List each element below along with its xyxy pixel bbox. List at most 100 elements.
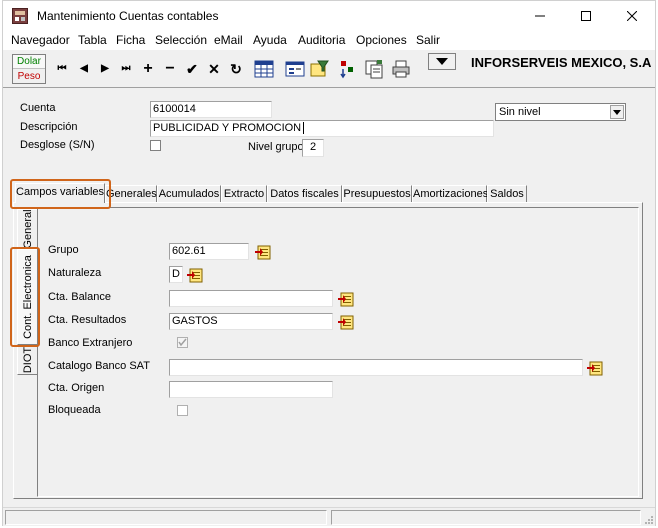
catalogo-banco-sat-field[interactable] — [169, 359, 583, 376]
menu-ayuda[interactable]: Ayuda — [253, 33, 287, 47]
banco-extranjero-label: Banco Extranjero — [48, 337, 133, 349]
menu-salir[interactable]: Salir — [416, 33, 440, 47]
side-tab-diot-label: DIOT — [21, 346, 34, 374]
currency-dolar[interactable]: Dolar — [13, 55, 45, 69]
menu-ficha[interactable]: Ficha — [116, 33, 145, 47]
close-button[interactable] — [609, 1, 655, 31]
menu-bar: Navegador Tabla Ficha Selección eMail Ay… — [3, 31, 655, 50]
tab-acumulados[interactable]: Acumulados — [157, 185, 221, 202]
sort-icon[interactable] — [336, 58, 358, 80]
tab-campos-variables[interactable]: Campos variables — [15, 183, 105, 203]
maximize-button[interactable] — [563, 1, 609, 31]
bloqueada-label: Bloqueada — [48, 404, 101, 416]
descripcion-field[interactable]: PUBLICIDAD Y PROMOCION — [150, 120, 494, 137]
lookup-icon[interactable] — [337, 290, 355, 308]
grupo-field[interactable]: 602.61 — [169, 243, 249, 260]
cta-resultados-field[interactable]: GASTOS — [169, 313, 333, 330]
side-tab-general-label: General — [21, 209, 34, 249]
nivel-select-value: Sin nivel — [499, 106, 541, 118]
menu-opciones[interactable]: Opciones — [356, 33, 407, 47]
post-edit-button[interactable]: ✔ — [183, 61, 201, 77]
nivel-select-arrow[interactable] — [610, 105, 624, 119]
cta-origen-label: Cta. Origen — [48, 382, 105, 394]
check-icon: ✔ — [186, 61, 198, 77]
lookup-icon[interactable] — [586, 359, 604, 377]
x-icon: ✕ — [208, 61, 220, 77]
refresh-button[interactable]: ↻ — [227, 61, 245, 77]
tab-saldos[interactable]: Saldos — [487, 185, 527, 202]
highlight-cont-electronica — [10, 247, 40, 347]
nivel-grupo-label: Nivel grupo — [248, 141, 304, 153]
resize-grip-icon[interactable] — [643, 514, 654, 525]
app-window: Mantenimiento Cuentas contables Navegado… — [2, 0, 656, 526]
cta-resultados-label: Cta. Resultados — [48, 314, 127, 326]
menu-auditoria[interactable]: Auditoria — [298, 33, 345, 47]
toolbar: Dolar Peso ⏮ ◀ ▶ ⏭ + − ✔ ✕ ↻ INFORSERVEI… — [3, 50, 655, 88]
status-panel-1 — [5, 510, 327, 525]
lookup-icon[interactable] — [186, 266, 204, 284]
naturaleza-label: Naturaleza — [48, 267, 102, 279]
cuenta-field[interactable]: 6100014 — [150, 101, 272, 118]
next-record-icon: ▶ — [101, 63, 109, 74]
cta-balance-label: Cta. Balance — [48, 291, 111, 303]
company-dropdown-button[interactable] — [428, 53, 456, 70]
bloqueada-checkbox[interactable] — [177, 405, 188, 416]
menu-tabla[interactable]: Tabla — [78, 33, 107, 47]
tab-generales[interactable]: Generales — [105, 185, 157, 202]
lookup-icon[interactable] — [337, 313, 355, 331]
cancel-edit-button[interactable]: ✕ — [205, 61, 223, 77]
tab-datos-fiscales[interactable]: Datos fiscales — [267, 185, 342, 202]
refresh-icon: ↻ — [230, 61, 242, 77]
descripcion-label: Descripción — [20, 121, 78, 133]
triangle-down-icon — [436, 58, 448, 65]
prior-record-icon: ◀ — [80, 63, 88, 74]
currency-peso[interactable]: Peso — [13, 70, 45, 84]
nivel-grupo-field[interactable]: 2 — [302, 139, 324, 157]
catalogo-banco-sat-label: Catalogo Banco SAT — [48, 360, 150, 372]
desglose-checkbox[interactable] — [150, 140, 161, 151]
cta-balance-field[interactable] — [169, 290, 333, 307]
menu-seleccion[interactable]: Selección — [155, 33, 207, 47]
minimize-icon — [535, 15, 545, 17]
descripcion-value: PUBLICIDAD Y PROMOCION — [153, 122, 302, 134]
tab-extracto[interactable]: Extracto — [221, 185, 267, 202]
grupo-label: Grupo — [48, 244, 79, 256]
close-icon — [627, 11, 637, 21]
title-bar: Mantenimiento Cuentas contables — [3, 1, 655, 31]
first-record-icon: ⏮ — [57, 63, 67, 74]
side-tab-general[interactable]: General — [17, 209, 37, 249]
naturaleza-field[interactable]: D — [169, 266, 183, 283]
minus-icon: − — [165, 60, 175, 77]
filter-icon[interactable] — [308, 58, 330, 80]
last-record-button[interactable]: ⏭ — [117, 61, 135, 77]
desglose-label: Desglose (S/N) — [20, 139, 95, 151]
insert-record-button[interactable]: + — [139, 61, 157, 77]
menu-email[interactable]: eMail — [214, 33, 243, 47]
delete-record-button[interactable]: − — [161, 61, 179, 77]
side-tab-diot[interactable]: DIOT — [17, 345, 37, 375]
company-name: INFORSERVEIS MEXICO, S.A — [471, 55, 652, 70]
app-icon — [12, 8, 28, 24]
chevron-down-icon — [613, 109, 621, 115]
print-icon[interactable] — [390, 58, 412, 80]
status-bar — [3, 507, 655, 526]
cta-origen-field[interactable] — [169, 381, 333, 398]
minimize-button[interactable] — [517, 1, 563, 31]
form-view-icon[interactable] — [284, 58, 306, 80]
currency-toggle[interactable]: Dolar Peso — [12, 54, 46, 84]
tab-amortizaciones[interactable]: Amortizaciones — [412, 185, 488, 202]
copy-records-icon[interactable] — [363, 58, 385, 80]
menu-navegador[interactable]: Navegador — [11, 33, 70, 47]
grid-view-icon[interactable] — [253, 58, 275, 80]
nivel-select[interactable]: Sin nivel — [495, 103, 626, 121]
text-caret — [303, 122, 305, 135]
prior-record-button[interactable]: ◀ — [75, 61, 93, 77]
first-record-button[interactable]: ⏮ — [53, 61, 71, 77]
lookup-icon[interactable] — [254, 243, 272, 261]
status-panel-2 — [331, 510, 641, 525]
next-record-button[interactable]: ▶ — [96, 61, 114, 77]
tab-presupuestos[interactable]: Presupuestos — [342, 185, 412, 202]
banco-extranjero-checkbox[interactable] — [177, 337, 188, 348]
inner-panel — [37, 207, 639, 497]
maximize-icon — [581, 11, 591, 21]
